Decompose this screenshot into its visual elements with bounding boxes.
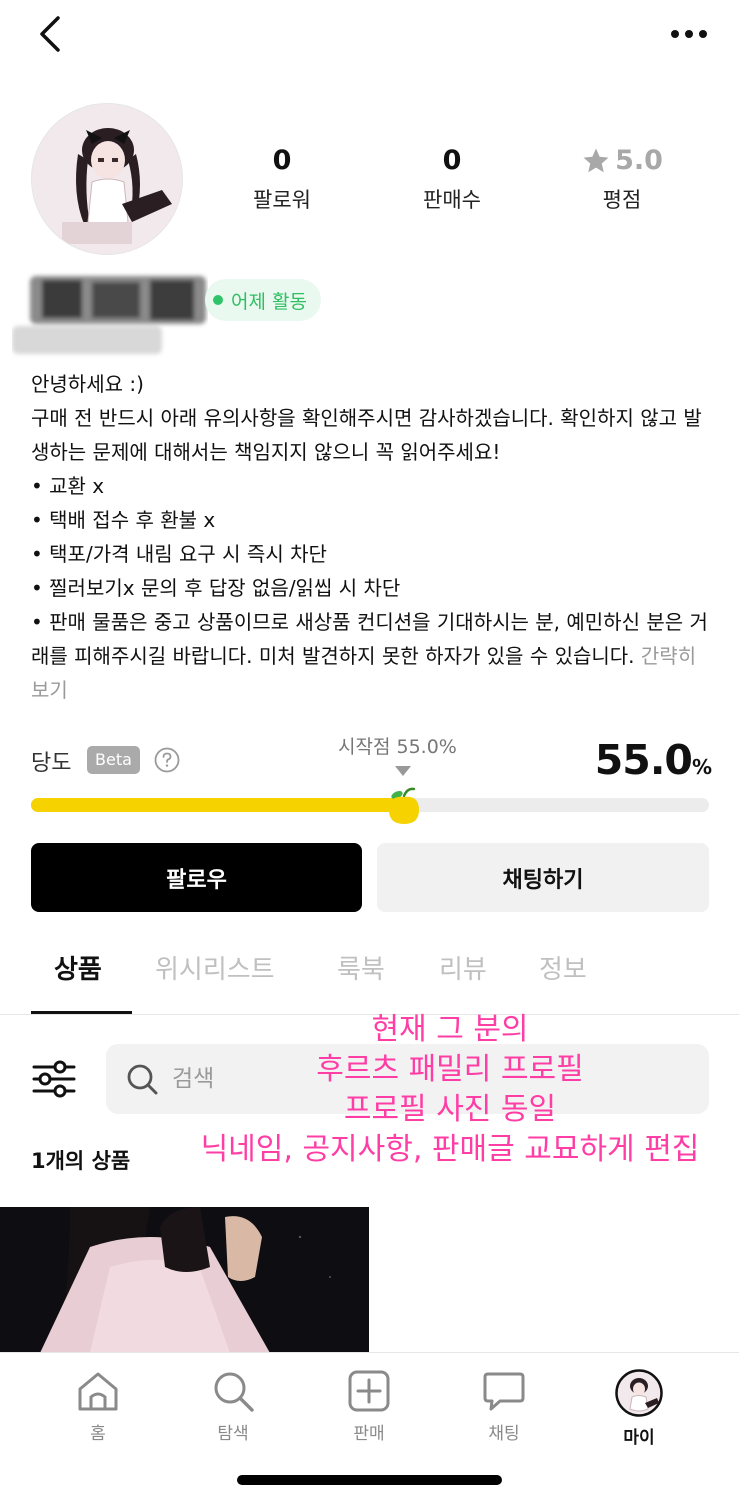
sweetness-bar [31, 787, 709, 824]
bio-line: • 찔러보기x 문의 후 답장 없음/읽씹 시 차단 [31, 576, 401, 600]
more-button[interactable] [669, 16, 709, 52]
sweetness-row: 당도 Beta 시작점 55.0% 55.0% [31, 736, 712, 785]
sweetness-bar-fill [31, 798, 404, 812]
tab-reviews[interactable]: 리뷰 [439, 949, 487, 986]
nav-home[interactable]: 홈 [48, 1369, 148, 1444]
home-icon [78, 1372, 118, 1411]
follow-button[interactable]: 팔로우 [31, 843, 362, 912]
chevron-left-icon [40, 16, 60, 52]
tab-info[interactable]: 정보 [539, 949, 587, 986]
top-bar [0, 0, 739, 70]
nav-chat-label: 채팅 [488, 1424, 520, 1444]
followers-label: 팔로워 [253, 188, 311, 212]
followers-count: 0 [272, 145, 292, 176]
annotation-line: 현재 그 분의 [371, 1012, 529, 1047]
help-icon[interactable] [154, 747, 180, 773]
nav-my-label: 마이 [623, 1428, 655, 1448]
bio-line: 구매 전 반드시 아래 유의사항을 확인해주시면 감사하겠습니다. 확인하지 않… [31, 406, 702, 464]
activity-dot-icon [213, 295, 223, 305]
rating-value: 5.0 [615, 145, 663, 176]
chat-bubble-icon [483, 1372, 525, 1411]
active-tab-indicator [31, 1011, 132, 1014]
tab-lookbook[interactable]: 룩북 [337, 949, 385, 986]
tab-wishlist[interactable]: 위시리스트 [155, 949, 275, 986]
sweetness-label: 당도 [31, 751, 72, 776]
annotation-overlay: 현재 그 분의 후르츠 패밀리 프로필 프로필 사진 동일 닉네임, 공지사항,… [150, 1010, 739, 1170]
stat-followers[interactable]: 0 팔로워 [212, 145, 352, 215]
star-icon [583, 148, 609, 173]
profile-tabs: 상품 위시리스트 룩북 리뷰 정보 [0, 935, 739, 1015]
profile-avatar[interactable] [31, 103, 183, 255]
start-point-label: 시작점 55.0% [338, 736, 457, 758]
nav-sell[interactable]: 판매 [319, 1369, 419, 1444]
avatar-icon [615, 1369, 663, 1417]
bio-line: 안녕하세요 :) [31, 372, 144, 396]
activity-status-badge: 어제 활동 [205, 279, 321, 321]
sweetness-value: 55.0% [594, 736, 712, 784]
plus-square-icon [348, 1370, 390, 1412]
nickname-redacted [12, 276, 206, 354]
home-indicator [237, 1475, 502, 1485]
sales-count: 0 [442, 145, 462, 176]
rating-label: 평점 [602, 188, 642, 212]
search-icon [214, 1372, 254, 1412]
stat-sales[interactable]: 0 판매수 [382, 145, 522, 215]
nav-explore[interactable]: 탐색 [183, 1369, 283, 1444]
sales-label: 판매수 [423, 188, 481, 212]
sweetness-number: 55.0 [594, 736, 693, 784]
fruit-icon [389, 787, 419, 824]
nav-chat[interactable]: 채팅 [454, 1369, 554, 1444]
bio-line: • 택포/가격 내림 요구 시 즉시 차단 [31, 542, 327, 566]
bio-line-last: • 판매 물품은 중고 상품이므로 새상품 컨디션을 기대하시는 분, 예민하신… [31, 605, 711, 707]
bio-line: • 택배 접수 후 환불 x [31, 508, 216, 532]
back-button[interactable] [30, 12, 70, 56]
avatar-image [32, 104, 182, 254]
more-dots-icon [671, 30, 707, 38]
product-thumbnail[interactable] [0, 1207, 369, 1353]
tab-products[interactable]: 상품 [54, 949, 102, 986]
nav-my[interactable]: 마이 [589, 1369, 689, 1448]
stat-rating[interactable]: 5.0 평점 [552, 145, 692, 215]
rating-value-row: 5.0 [552, 145, 692, 177]
activity-status-text: 어제 활동 [231, 290, 307, 313]
annotation-line: 프로필 사진 동일 [343, 1092, 557, 1127]
product-image [0, 1207, 369, 1353]
beta-badge: Beta [87, 746, 140, 774]
sweetness-unit: % [691, 755, 712, 779]
annotation-line: 닉네임, 공지사항, 판매글 교묘하게 편집 [200, 1132, 700, 1167]
bio-line: • 판매 물품은 중고 상품이므로 새상품 컨디션을 기대하시는 분, 예민하신… [31, 610, 708, 668]
nav-explore-label: 탐색 [217, 1424, 249, 1444]
annotation-line: 후르츠 패밀리 프로필 [316, 1052, 584, 1087]
start-point-caret-icon [395, 766, 411, 776]
nav-home-label: 홈 [90, 1424, 106, 1444]
filter-icon[interactable] [30, 1055, 78, 1103]
nav-sell-label: 판매 [353, 1424, 385, 1444]
bio-line: • 교환 x [31, 474, 105, 498]
chat-button[interactable]: 채팅하기 [377, 843, 709, 912]
product-count: 1개의 상품 [31, 1149, 131, 1173]
profile-bio: 안녕하세요 :) 구매 전 반드시 아래 유의사항을 확인해주시면 감사하겠습니… [31, 367, 711, 707]
